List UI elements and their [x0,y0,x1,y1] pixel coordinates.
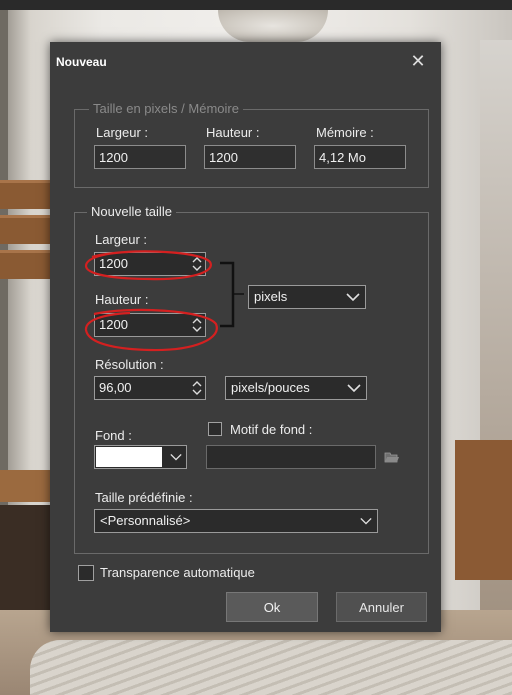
width-annotation-circle [84,250,212,281]
annotation-overlay [84,250,244,352]
height-annotation-circle [84,308,218,352]
aspect-link-bracket-icon [220,261,244,328]
